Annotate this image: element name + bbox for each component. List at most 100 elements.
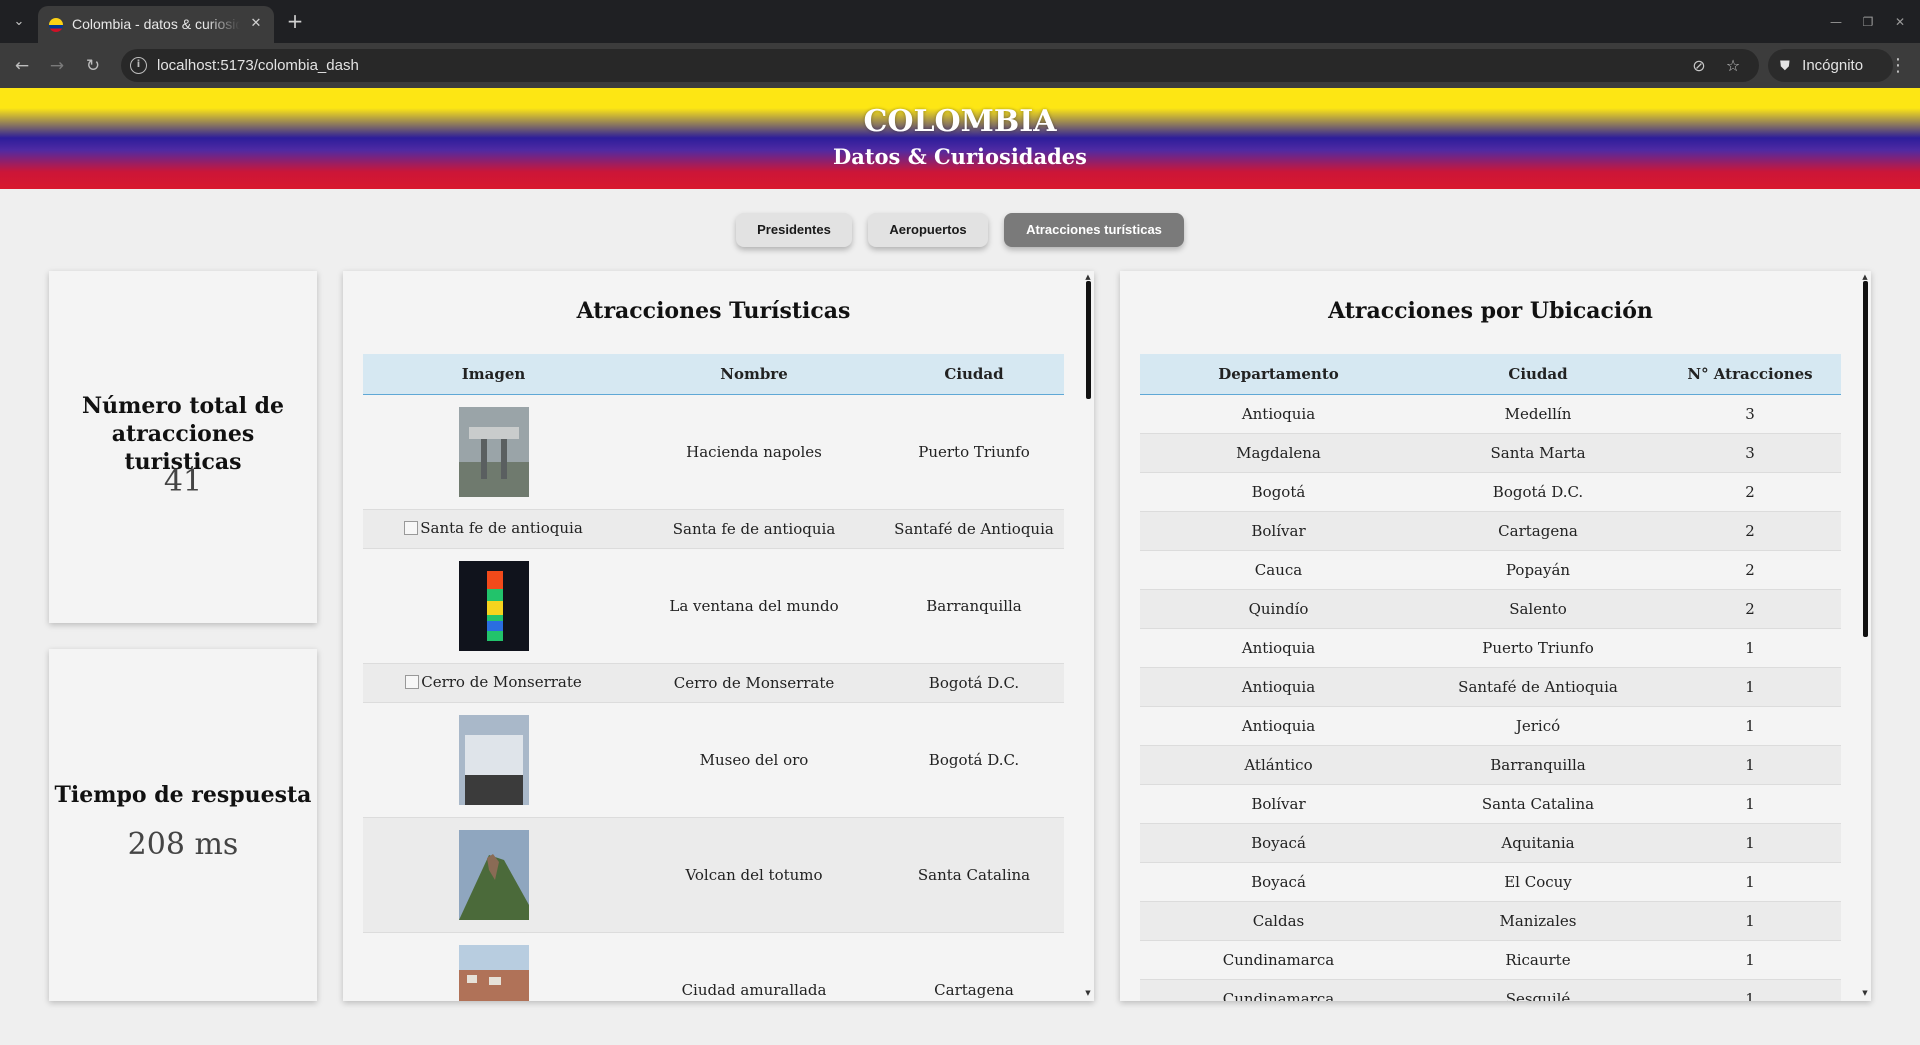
scroll-up-icon[interactable]: ▲ [1861, 273, 1869, 281]
attractions-table: Imagen Nombre Ciudad Hacienda napoles Pu… [363, 354, 1064, 1001]
incognito-indicator[interactable]: ⛊ Incógnito [1768, 49, 1893, 82]
location-departamento: Cundinamarca [1140, 979, 1417, 1001]
location-scrollbar[interactable] [1863, 281, 1868, 637]
location-departamento: Bolívar [1140, 784, 1417, 824]
attraction-city: Bogotá D.C. [884, 663, 1064, 703]
table-row: Magdalena Santa Marta 3 [1140, 433, 1841, 473]
forward-arrow-icon[interactable]: → [44, 53, 70, 79]
table-row: Cundinamarca Sesquilé 1 [1140, 979, 1841, 1001]
image-cell: Cerro de Monserrate [363, 663, 624, 703]
attraction-city: Santa Catalina [884, 817, 1064, 933]
incognito-label: Incógnito [1802, 57, 1864, 74]
column-header-nombre: Nombre [624, 354, 884, 395]
scroll-up-icon[interactable]: ▲ [1084, 273, 1092, 281]
nav-button-presidentes[interactable]: Presidentes [736, 213, 852, 247]
browser-tab-strip: ⌄ Colombia - datos & curiosidades ✕ + — … [0, 0, 1920, 43]
nav-button-atracciones[interactable]: Atracciones turísticas [1004, 213, 1184, 247]
location-ciudad: Bogotá D.C. [1417, 472, 1659, 512]
scroll-down-icon[interactable]: ▼ [1084, 989, 1092, 997]
incognito-icon: ⛊ [1780, 59, 1790, 74]
scroll-down-icon[interactable]: ▼ [1861, 989, 1869, 997]
stat-value-response: 208 ms [127, 827, 239, 862]
location-departamento: Cauca [1140, 550, 1417, 590]
column-header-ciudad: Ciudad [884, 354, 1064, 395]
table-row: Atlántico Barranquilla 1 [1140, 745, 1841, 785]
stat-title-response: Tiempo de respuesta [54, 782, 312, 808]
address-bar[interactable]: i localhost:5173/colombia_dash ⊘ ☆ [121, 49, 1759, 82]
location-ciudad: Medellín [1417, 394, 1659, 434]
eye-off-icon[interactable]: ⊘ [1688, 55, 1710, 77]
window-close-icon[interactable]: ✕ [1890, 12, 1910, 32]
restore-icon[interactable]: ❐ [1858, 12, 1878, 32]
table-row: Museo del oro Bogotá D.C. [363, 702, 1064, 818]
reload-icon[interactable]: ↻ [80, 53, 106, 79]
attraction-photo-ventana [458, 560, 529, 651]
location-count: 1 [1659, 979, 1841, 1001]
location-ciudad: Barranquilla [1417, 745, 1659, 785]
nav-button-aeropuertos[interactable]: Aeropuertos [868, 213, 988, 247]
plus-icon[interactable]: + [282, 9, 308, 35]
browser-toolbar: ← → ↻ i localhost:5173/colombia_dash ⊘ ☆… [0, 43, 1920, 88]
location-count: 1 [1659, 784, 1841, 824]
flag-header: COLOMBIA Datos & Curiosidades [0, 88, 1920, 189]
tab-search-icon[interactable]: ⌄ [6, 10, 32, 34]
page-subtitle: Datos & Curiosidades [833, 144, 1087, 169]
broken-image-icon: Santa fe de antioquia [404, 519, 583, 537]
location-ciudad: Manizales [1417, 901, 1659, 941]
location-ciudad: Puerto Triunfo [1417, 628, 1659, 668]
table-row: La ventana del mundo Barranquilla [363, 548, 1064, 664]
location-ciudad: Ricaurte [1417, 940, 1659, 980]
image-cell: Santa fe de antioquia [363, 509, 624, 549]
location-departamento: Caldas [1140, 901, 1417, 941]
image-cell [363, 702, 624, 818]
attraction-photo-volcan [458, 829, 529, 920]
stat-card-total: Número total de atracciones turisticas 4… [49, 271, 317, 623]
attraction-name: Santa fe de antioquia [624, 509, 884, 549]
location-count: 1 [1659, 745, 1841, 785]
location-title: Atracciones por Ubicación [1328, 298, 1653, 324]
url-text[interactable]: localhost:5173/colombia_dash [157, 57, 359, 74]
location-count: 1 [1659, 667, 1841, 707]
location-count: 2 [1659, 472, 1841, 512]
location-ciudad: Salento [1417, 589, 1659, 629]
star-icon[interactable]: ☆ [1722, 55, 1744, 77]
table-row: Hacienda napoles Puerto Triunfo [363, 394, 1064, 510]
location-departamento: Bolívar [1140, 511, 1417, 551]
back-arrow-icon[interactable]: ← [9, 53, 35, 79]
location-panel: Atracciones por Ubicación Departamento C… [1120, 271, 1871, 1001]
attraction-photo-museo [458, 714, 529, 805]
location-ciudad: Popayán [1417, 550, 1659, 590]
browser-tab[interactable]: Colombia - datos & curiosidades ✕ [38, 6, 274, 43]
location-count: 2 [1659, 550, 1841, 590]
table-row: Antioquia Jericó 1 [1140, 706, 1841, 746]
more-vert-icon[interactable]: ⋮ [1888, 53, 1908, 79]
location-ciudad: Cartagena [1417, 511, 1659, 551]
location-departamento: Magdalena [1140, 433, 1417, 473]
location-departamento: Boyacá [1140, 823, 1417, 863]
table-header-row: Departamento Ciudad N° Atracciones [1140, 354, 1841, 395]
table-row: Cundinamarca Ricaurte 1 [1140, 940, 1841, 980]
table-row: Bolívar Cartagena 2 [1140, 511, 1841, 551]
close-icon[interactable]: ✕ [247, 15, 265, 33]
location-count: 1 [1659, 862, 1841, 902]
table-row: Bogotá Bogotá D.C. 2 [1140, 472, 1841, 512]
location-ciudad: Sesquilé [1417, 979, 1659, 1001]
column-header-imagen: Imagen [363, 354, 624, 395]
attraction-name: Ciudad amurallada [624, 932, 884, 1001]
location-ciudad: Santafé de Antioquia [1417, 667, 1659, 707]
minimize-icon[interactable]: — [1826, 12, 1846, 32]
image-cell [363, 394, 624, 510]
location-ciudad: Jericó [1417, 706, 1659, 746]
attraction-city: Barranquilla [884, 548, 1064, 664]
table-row: Antioquia Medellín 3 [1140, 394, 1841, 434]
location-departamento: Quindío [1140, 589, 1417, 629]
attraction-city: Puerto Triunfo [884, 394, 1064, 510]
table-row: Antioquia Santafé de Antioquia 1 [1140, 667, 1841, 707]
table-row: Quindío Salento 2 [1140, 589, 1841, 629]
location-count: 2 [1659, 589, 1841, 629]
attractions-scrollbar[interactable] [1086, 281, 1091, 399]
info-icon[interactable]: i [130, 57, 147, 74]
attractions-panel: Atracciones Turísticas Imagen Nombre Ciu… [343, 271, 1094, 1001]
location-departamento: Antioquia [1140, 706, 1417, 746]
broken-image-icon: Cerro de Monserrate [405, 673, 582, 691]
